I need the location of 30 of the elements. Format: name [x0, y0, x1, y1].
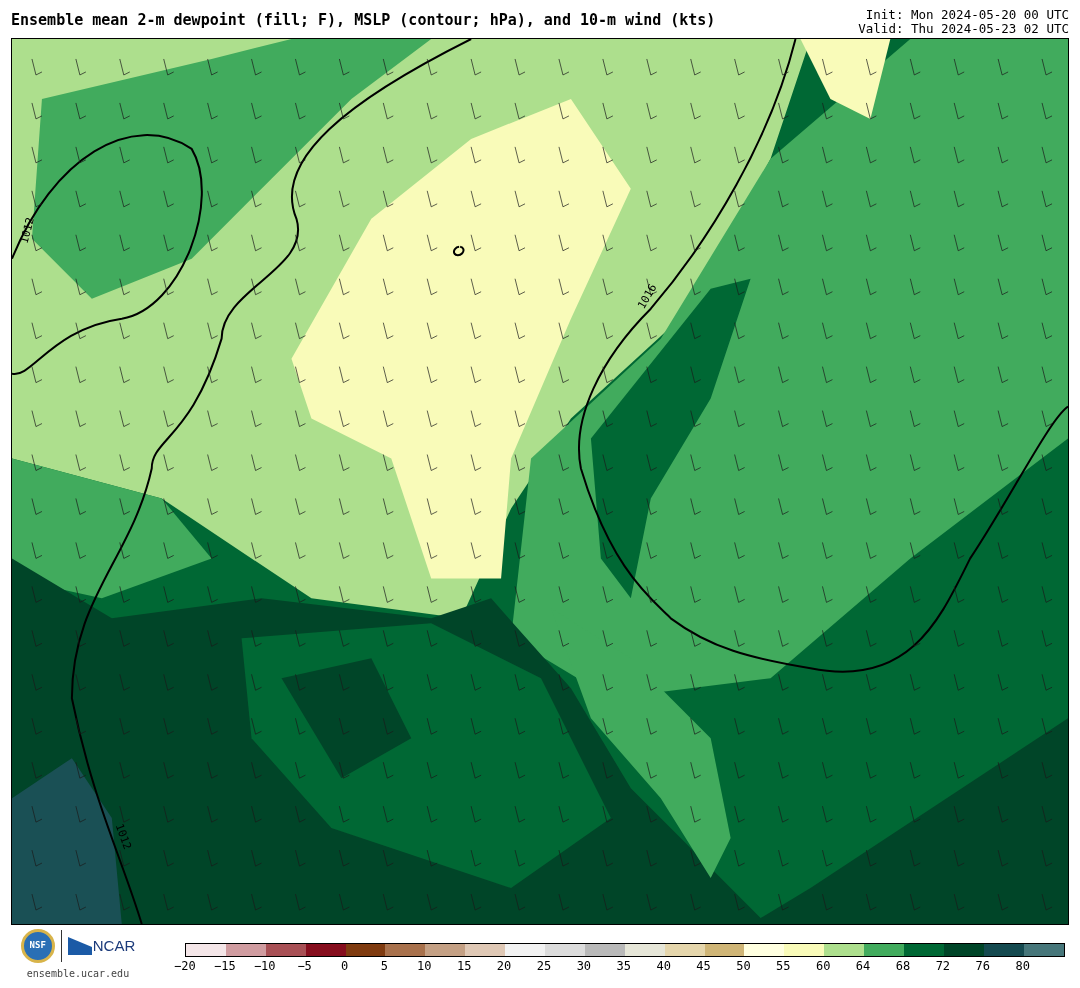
colorbar-tick-label: −5 [296, 958, 313, 975]
colorbar-tick-label: 76 [974, 958, 991, 975]
ncar-logo: NCAR [92, 935, 136, 956]
colorbar-tick-label: 45 [695, 958, 712, 975]
colorbar-tick-label: −10 [252, 958, 277, 975]
colorbar-tick-label: 60 [814, 958, 832, 975]
contour-label: 1012 [113, 822, 133, 851]
colorbar-tick-label: 15 [455, 958, 473, 975]
colorbar-tick-label: −15 [213, 958, 237, 975]
colorbar-tick-label: 68 [894, 958, 912, 975]
colorbar-tick-label: 35 [615, 958, 632, 975]
colorbar-tick-label: 5 [379, 958, 389, 975]
init-time: Init: Mon 2024-05-20 00 UTC [865, 8, 1069, 22]
colorbar-tick-label: 72 [934, 958, 952, 975]
colorbar-tick-label: 55 [775, 958, 792, 975]
site-url: ensemble.ucar.edu [26, 967, 130, 981]
sail-logo-icon [67, 937, 92, 955]
colorbar-tick-label: 50 [735, 958, 752, 975]
colorbar-tick-label: 20 [495, 958, 513, 975]
chart-title: Ensemble mean 2-m dewpoint (fill; F), MSLP (contour; hPa), and 10-m wind (kts) [11, 13, 716, 28]
colorbar-tick-label: 64 [854, 958, 872, 975]
nsf-logo: NSF [20, 929, 55, 963]
valid-time: Valid: Thu 2024-05-23 02 UTC [858, 22, 1069, 36]
colorbar-tick-label: 0 [339, 958, 350, 975]
colorbar-tick-label: 80 [1014, 958, 1031, 975]
colorbar-tick-label: 25 [535, 958, 553, 975]
colorbar-tick-label: 40 [655, 958, 672, 975]
colorbar-tick-label: 30 [575, 958, 593, 975]
colorbar-tick-label: −20 [173, 958, 197, 975]
colorbar-tick-label: 10 [416, 958, 433, 975]
